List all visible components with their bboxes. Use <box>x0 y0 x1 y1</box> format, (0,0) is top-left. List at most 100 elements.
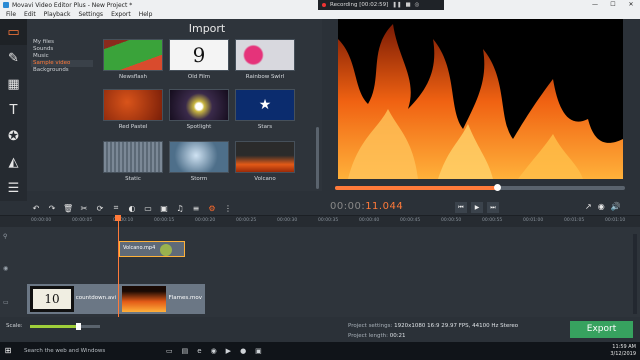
overlay-clip-name: Volcano.mp4 <box>123 245 156 251</box>
tile-stars[interactable]: ★ Stars <box>235 89 295 135</box>
clip-name: Flames.mov <box>168 295 202 301</box>
media-app-icon[interactable]: ▶ <box>226 347 231 355</box>
record-dot-icon <box>322 3 326 7</box>
progress-knob[interactable] <box>494 184 502 191</box>
tile-spotlight[interactable]: Spotlight <box>169 89 229 135</box>
chrome-icon[interactable]: ◉ <box>211 347 217 355</box>
project-settings-value: 1920x1080 16:9 29.97 FPS, 44100 Hz Stere… <box>394 323 519 329</box>
timeline-scrollbar[interactable] <box>633 234 637 314</box>
crop-icon[interactable]: ⌗ <box>111 203 121 213</box>
windows-taskbar: ⊞ Search the web and Windows ▭ ▤ e ◉ ▶ ●… <box>0 342 640 360</box>
play-icon[interactable]: ▶ <box>471 202 483 213</box>
tile-label: Rainbow Swirl <box>245 74 285 80</box>
category-sample-video[interactable]: Sample video <box>31 60 93 67</box>
visibility-eye-icon[interactable]: ◉ <box>3 265 8 272</box>
spotlight-thumbnail <box>169 89 229 121</box>
magic-wand-icon[interactable]: ✎ <box>0 45 27 71</box>
redo-icon[interactable]: ↷ <box>47 204 57 213</box>
ruler-tick: 00:01:00 <box>523 218 544 223</box>
close-button[interactable]: ✕ <box>622 0 640 10</box>
cut-icon[interactable]: ✂ <box>79 204 89 213</box>
more-tools-icon[interactable]: ☰ <box>0 175 27 201</box>
old-film-thumbnail: 9 <box>169 39 229 71</box>
camera-icon[interactable]: ◎ <box>415 2 420 8</box>
delete-icon[interactable]: 🗑 <box>63 204 73 213</box>
transitions-icon[interactable]: ◭ <box>0 149 27 175</box>
flames-thumbnail <box>122 286 166 312</box>
maximize-button[interactable]: ☐ <box>604 0 622 10</box>
equalizer-icon[interactable]: ≡ <box>191 204 201 213</box>
undo-icon[interactable]: ↶ <box>31 204 41 213</box>
pause-icon[interactable]: ❚❚ <box>392 2 401 8</box>
rotate-icon[interactable]: ⟳ <box>95 204 105 213</box>
video-clip-countdown[interactable]: 10 countdown.avi <box>27 284 119 314</box>
preview-progress-bar[interactable] <box>335 184 625 191</box>
image-icon[interactable]: ▣ <box>159 204 169 213</box>
snapshot-icon[interactable]: ◉ <box>598 202 605 211</box>
clip-properties-icon[interactable]: ▭ <box>143 204 153 213</box>
menu-settings[interactable]: Settings <box>78 11 103 18</box>
menu-help[interactable]: Help <box>139 11 153 18</box>
tile-old-film[interactable]: 9 Old Film <box>169 39 229 85</box>
overlay-clip[interactable]: Volcano.mp4 <box>119 241 185 257</box>
menu-export[interactable]: Export <box>111 11 131 18</box>
static-thumbnail <box>103 141 163 173</box>
taskbar-search[interactable]: Search the web and Windows <box>16 342 156 360</box>
titles-icon[interactable]: T <box>0 97 27 123</box>
recorder-app-icon[interactable]: ● <box>240 347 246 355</box>
stop-icon[interactable]: ■ <box>405 2 410 8</box>
ruler-tick: 00:00:55 <box>482 218 503 223</box>
import-scrollbar[interactable] <box>316 127 319 189</box>
edge-icon[interactable]: e <box>197 347 201 355</box>
tile-static[interactable]: Static <box>103 141 163 187</box>
progress-fill <box>335 186 498 190</box>
timeline-ruler[interactable]: 00:00:00 00:00:05 00:00:10 00:00:15 00:0… <box>0 215 640 227</box>
category-sounds[interactable]: Sounds <box>31 46 93 53</box>
project-length-label: Project length: <box>348 333 388 339</box>
menu-playback[interactable]: Playback <box>44 11 71 18</box>
storm-thumbnail <box>169 141 229 173</box>
scale-knob[interactable] <box>75 323 81 330</box>
menu-edit[interactable]: Edit <box>24 11 36 18</box>
left-toolbar: ▭ ✎ ▦ T ✪ ◭ ☰ <box>0 19 27 201</box>
minimize-button[interactable]: — <box>586 0 604 10</box>
previous-icon[interactable]: ⏮ <box>455 202 467 213</box>
file-explorer-icon[interactable]: ▤ <box>182 347 189 355</box>
category-music[interactable]: Music <box>31 53 93 60</box>
volume-icon[interactable]: 🔊 <box>611 202 621 211</box>
link-icon[interactable]: ⚲ <box>3 233 7 240</box>
start-windows-icon[interactable]: ⊞ <box>0 342 16 360</box>
video-clip-flames[interactable]: Flames.mov <box>119 284 205 314</box>
menu-file[interactable]: File <box>6 11 16 18</box>
tile-red-pastel[interactable]: Red Pastel <box>103 89 163 135</box>
category-backgrounds[interactable]: Backgrounds <box>31 67 93 74</box>
ruler-tick: 00:00:05 <box>72 218 93 223</box>
tile-rainbow-swirl[interactable]: Rainbow Swirl <box>235 39 295 85</box>
more-icon[interactable]: ⋮ <box>223 204 233 213</box>
filters-icon[interactable]: ▦ <box>0 71 27 97</box>
app-window: Movavi Video Editor Plus - New Project *… <box>0 0 640 360</box>
settings-gear-icon[interactable]: ⚙ <box>207 204 217 213</box>
export-button[interactable]: Export <box>570 321 633 338</box>
tile-label: Stars <box>257 124 273 130</box>
next-icon[interactable]: ⏭ <box>487 202 499 213</box>
import-tab-icon[interactable]: ▭ <box>0 19 27 45</box>
rainbow-swirl-thumbnail <box>235 39 295 71</box>
task-view-icon[interactable]: ▭ <box>166 347 173 355</box>
system-tray-clock[interactable]: 11:59 AM 3/12/2019 <box>610 344 636 358</box>
stickers-icon[interactable]: ✪ <box>0 123 27 149</box>
audio-icon[interactable]: ♫ <box>175 204 185 213</box>
tile-newsflash[interactable]: Newsflash <box>103 39 163 85</box>
tile-volcano[interactable]: Volcano <box>235 141 295 187</box>
video-preview <box>338 19 623 179</box>
editor-app-icon[interactable]: ▣ <box>255 347 262 355</box>
red-pastel-thumbnail <box>103 89 163 121</box>
mouse-cursor-highlight <box>160 244 172 256</box>
tray-date: 3/12/2019 <box>610 351 636 357</box>
tile-storm[interactable]: Storm <box>169 141 229 187</box>
scale-slider[interactable] <box>30 323 100 330</box>
color-adjust-icon[interactable]: ◐ <box>127 204 137 213</box>
video-track-icon[interactable]: ▭ <box>3 299 9 306</box>
category-my-files[interactable]: My files <box>31 39 93 46</box>
detach-icon[interactable]: ↗ <box>585 202 592 211</box>
